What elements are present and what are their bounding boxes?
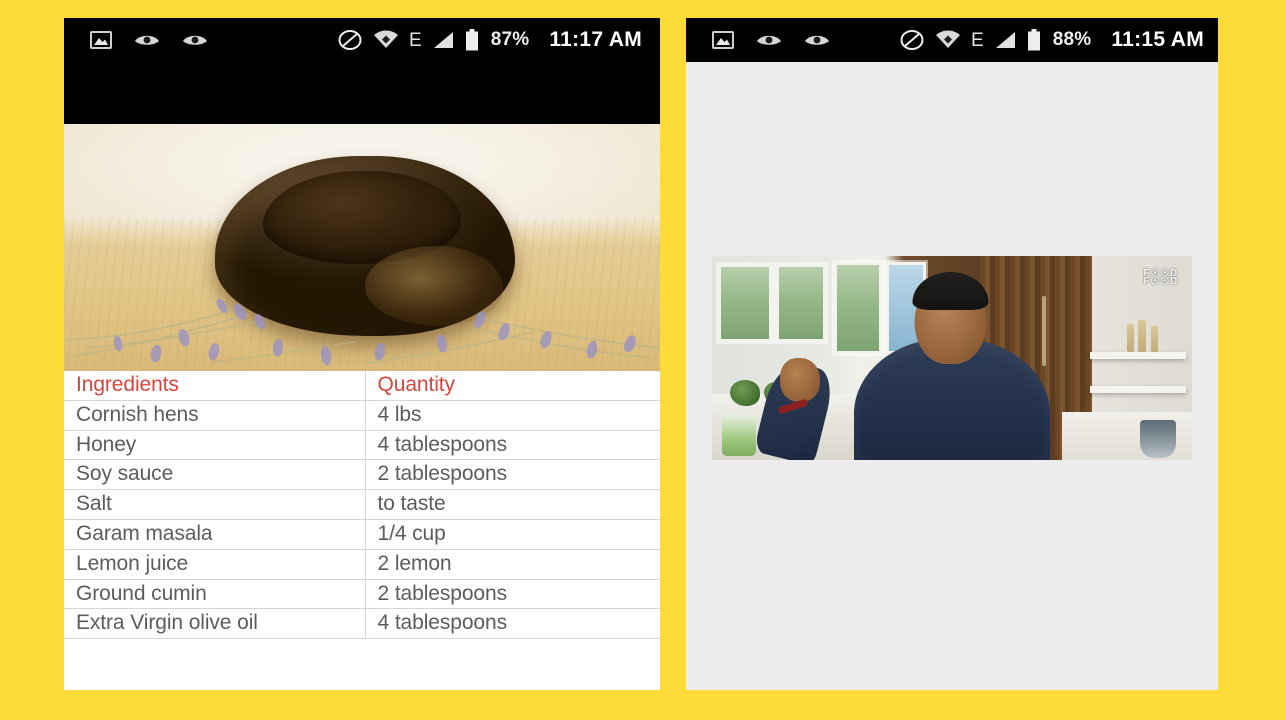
edge-network-icon: E: [409, 29, 422, 51]
eye-icon: [757, 35, 781, 45]
wifi-icon: [936, 30, 960, 48]
cabinet-handle: [1042, 296, 1046, 366]
status-bar-clock: 11:15 AM: [1111, 28, 1204, 51]
cell-quantity: to taste: [365, 489, 660, 520]
cell-quantity: 2 lemon: [365, 549, 660, 580]
eye-icon: [135, 35, 159, 45]
image-icon: [712, 31, 734, 49]
food-food-watermark: F☉☉D F☉☉D: [1143, 269, 1178, 287]
bottle: [1138, 320, 1146, 352]
cell-ingredient: Soy sauce: [64, 459, 366, 491]
potted-plant: [730, 380, 760, 406]
ingredients-table: Ingredients Quantity Cornish hens 4 lbs …: [64, 371, 660, 640]
do-not-disturb-icon: [338, 30, 362, 50]
do-not-disturb-icon: [900, 30, 924, 50]
cell-ingredient: Garam masala: [64, 519, 366, 550]
edge-network-icon: E: [971, 29, 984, 51]
stand-mixer: [1140, 420, 1176, 458]
right-phone-screenshot: E 88% 11:15 AM F☉☉D F☉☉D: [686, 18, 1218, 690]
left-status-bar: E 87% 11:17 AM: [64, 18, 660, 62]
table-row: Ground cumin 2 tablespoons: [64, 579, 660, 610]
battery-icon: [465, 29, 478, 51]
battery-icon: [1027, 29, 1040, 51]
image-icon: [90, 31, 112, 49]
table-row: Extra Virgin olive oil 4 tablespoons: [64, 608, 660, 640]
recipe-hero-image: [64, 124, 660, 371]
watermark-line-2: F☉☉D: [1143, 276, 1178, 287]
column-header-ingredients: Ingredients: [64, 371, 366, 401]
window-pane: [718, 264, 772, 342]
right-status-bar: E 88% 11:15 AM: [686, 18, 1218, 62]
wall-shelf: [1090, 386, 1186, 393]
wifi-icon: [374, 30, 398, 48]
cell-quantity: 2 tablespoons: [365, 459, 660, 491]
video-screen-body: F☉☉D F☉☉D: [686, 62, 1218, 690]
video-player[interactable]: F☉☉D F☉☉D: [712, 256, 1192, 460]
right-status-bar-right-icons: E 88% 11:15 AM: [900, 28, 1218, 52]
cell-ingredient: Cornish hens: [64, 400, 366, 431]
blender-appliance: [722, 414, 756, 456]
left-status-bar-left-icons: [64, 31, 208, 49]
table-header-row: Ingredients Quantity: [64, 371, 660, 401]
cell-quantity: 2 tablespoons: [365, 579, 660, 610]
cell-ingredient: Lemon juice: [64, 549, 366, 580]
ingredients-table-container: Ingredients Quantity Cornish hens 4 lbs …: [64, 371, 660, 690]
window-pane: [834, 262, 882, 354]
left-status-bar-right-icons: E 87% 11:17 AM: [338, 28, 660, 52]
wall-shelf: [1090, 352, 1186, 359]
eye-icon: [183, 35, 207, 45]
table-row: Soy sauce 2 tablespoons: [64, 459, 660, 491]
cell-ingredient: Extra Virgin olive oil: [64, 608, 366, 640]
cell-quantity: 4 lbs: [365, 400, 660, 431]
signal-icon: [433, 32, 453, 48]
left-phone-screenshot: E 87% 11:17 AM Ingredients Quantity Corn…: [64, 18, 660, 690]
chef-hand: [780, 358, 820, 402]
table-row: Honey 4 tablespoons: [64, 430, 660, 461]
cell-quantity: 1/4 cup: [365, 519, 660, 550]
cell-quantity: 4 tablespoons: [365, 430, 660, 461]
roasted-cornish-hen: [215, 156, 515, 337]
cell-ingredient: Ground cumin: [64, 579, 366, 610]
column-header-quantity: Quantity: [365, 371, 660, 401]
ingredients-table-body: Cornish hens 4 lbs Honey 4 tablespoons S…: [64, 400, 660, 640]
battery-percent-label: 88%: [1052, 29, 1092, 50]
cell-quantity: 4 tablespoons: [365, 608, 660, 640]
table-row: Salt to taste: [64, 489, 660, 520]
recipe-screen-body: Ingredients Quantity Cornish hens 4 lbs …: [64, 62, 660, 690]
signal-icon: [995, 32, 1015, 48]
bottle: [1127, 324, 1134, 352]
table-row: Cornish hens 4 lbs: [64, 400, 660, 431]
hero-top-black-area: [64, 62, 660, 124]
battery-percent-label: 87%: [490, 29, 530, 50]
cell-ingredient: Salt: [64, 489, 366, 520]
bottle: [1151, 326, 1158, 352]
window-pane: [776, 264, 826, 342]
eye-icon: [805, 35, 829, 45]
table-row: Garam masala 1/4 cup: [64, 519, 660, 550]
cell-ingredient: Honey: [64, 430, 366, 461]
right-status-bar-left-icons: [686, 31, 830, 49]
table-row: Lemon juice 2 lemon: [64, 549, 660, 580]
status-bar-clock: 11:17 AM: [549, 28, 642, 51]
